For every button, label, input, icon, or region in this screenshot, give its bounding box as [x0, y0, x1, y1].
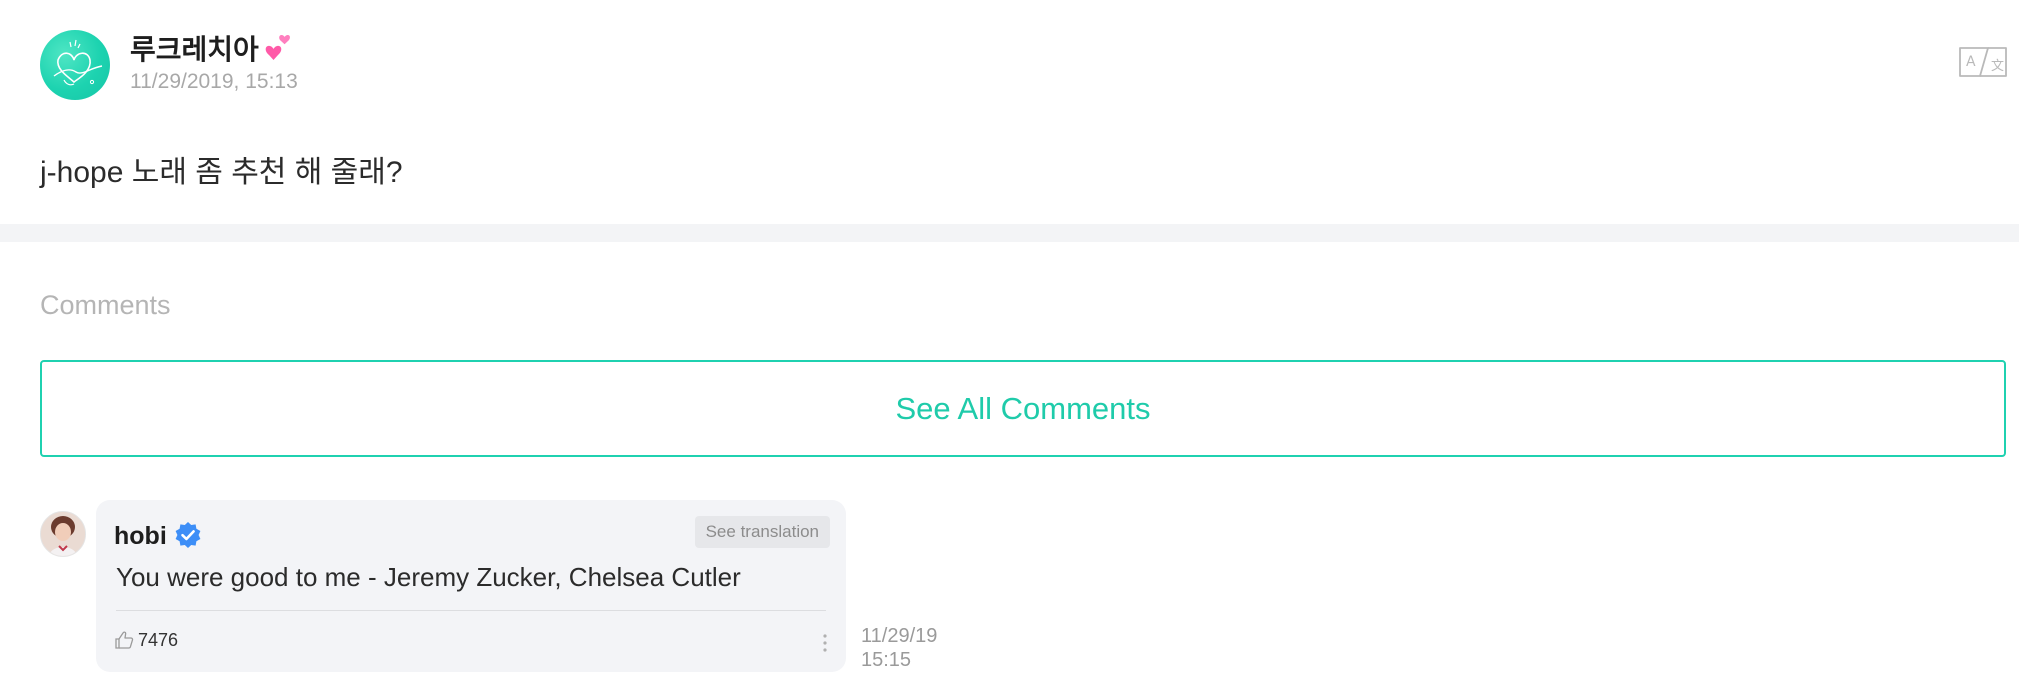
see-all-comments-button[interactable]: See All Comments — [40, 360, 2006, 457]
post-body-text: j-hope 노래 좀 추천 해 줄래? — [40, 156, 403, 189]
author-avatar[interactable] — [40, 30, 110, 100]
verified-badge-icon — [175, 522, 201, 548]
comment-divider — [116, 610, 826, 611]
comment-date: 11/29/19 — [861, 625, 938, 647]
thumbs-up-icon[interactable] — [114, 630, 134, 650]
translate-icon[interactable]: A 文 — [1958, 44, 2008, 80]
post-timestamp: 11/29/2019, 15:13 — [130, 70, 298, 93]
like-count: 7476 — [138, 630, 179, 650]
comment-author-name[interactable]: hobi — [114, 522, 167, 551]
author-name-text: 루크레치아 — [130, 34, 259, 65]
comment-time: 15:15 — [861, 649, 912, 671]
author-name[interactable]: 루크레치아 — [130, 28, 295, 68]
comments-heading: Comments — [40, 290, 171, 320]
comment-bubble: hobi See translation You were good to me… — [96, 500, 846, 672]
section-divider — [0, 224, 2019, 242]
profile-photo-icon — [41, 512, 85, 556]
more-options-icon[interactable] — [821, 632, 829, 654]
see-translation-button[interactable]: See translation — [694, 516, 830, 548]
signature-logo-icon — [53, 39, 103, 86]
svg-text:A: A — [1966, 54, 1976, 70]
comment-author-avatar[interactable] — [40, 511, 86, 557]
comment-text: You were good to me - Jeremy Zucker, Che… — [116, 562, 741, 592]
two-hearts-icon — [265, 34, 290, 60]
comment-timestamp: 11/29/19 15:15 — [861, 624, 937, 672]
svg-text:文: 文 — [1991, 59, 2004, 74]
post-card: 루크레치아 11/29/2019, 15:13 A 文 j-hope 노래 좀 … — [0, 0, 2019, 224]
